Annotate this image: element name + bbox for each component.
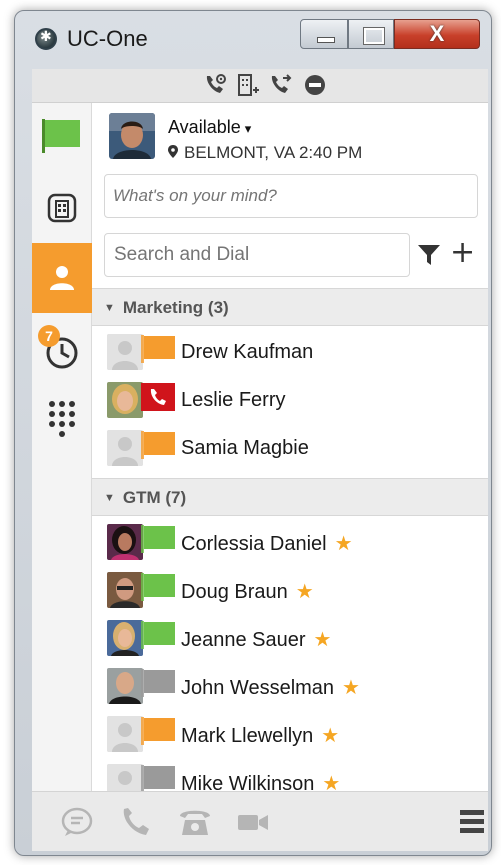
contact-avatar bbox=[107, 764, 143, 791]
status-flag-icon bbox=[42, 119, 80, 153]
do-not-disturb-icon[interactable] bbox=[302, 72, 328, 98]
close-icon: X bbox=[429, 21, 445, 46]
contact-name: Mark Llewellyn bbox=[181, 725, 314, 747]
call-settings-icon[interactable] bbox=[202, 72, 228, 98]
contact-row[interactable]: John Wesselman ★ bbox=[92, 663, 488, 711]
close-button[interactable]: X bbox=[394, 19, 480, 49]
nav-directory[interactable] bbox=[32, 173, 92, 243]
contact-name: Samia Magbie bbox=[181, 437, 309, 459]
chevron-down-icon: ▾ bbox=[244, 121, 252, 136]
call-forward-icon[interactable] bbox=[268, 72, 294, 98]
minimize-button[interactable] bbox=[300, 19, 348, 49]
desk-phone-icon[interactable] bbox=[178, 807, 212, 837]
favorite-star-icon[interactable]: ★ bbox=[335, 531, 353, 555]
presence-flag-icon bbox=[141, 335, 175, 363]
nav-history[interactable]: 7 bbox=[32, 313, 92, 383]
contact-avatar bbox=[107, 524, 143, 560]
contact-avatar bbox=[107, 334, 143, 370]
presence-flag-icon bbox=[141, 383, 175, 411]
directory-add-icon[interactable] bbox=[235, 72, 261, 98]
presence-flag-icon bbox=[141, 431, 175, 459]
favorite-star-icon[interactable]: ★ bbox=[322, 771, 340, 791]
collapse-triangle-icon: ▼ bbox=[104, 492, 115, 504]
menu-icon[interactable] bbox=[457, 807, 491, 837]
presence-flag-icon bbox=[141, 717, 175, 745]
contact-avatar bbox=[107, 430, 143, 466]
contact-avatar bbox=[107, 572, 143, 608]
favorite-star-icon[interactable]: ★ bbox=[321, 723, 339, 747]
contact-name: Doug Braun bbox=[181, 581, 288, 603]
building-icon bbox=[47, 193, 77, 223]
contact-row[interactable]: Corlessia Daniel ★ bbox=[92, 519, 488, 567]
dialpad-icon bbox=[49, 401, 75, 437]
contact-name: Mike Wilkinson bbox=[181, 773, 315, 791]
status-message-input[interactable] bbox=[104, 174, 478, 218]
contact-avatar bbox=[107, 668, 143, 704]
contacts-panel: Available▾ BELMONT, VA 2:40 PM + ▼ Market… bbox=[92, 103, 488, 791]
nav-dialpad[interactable] bbox=[32, 383, 92, 453]
presence-selector[interactable]: Available ▾ bbox=[168, 117, 251, 138]
my-avatar[interactable] bbox=[109, 113, 155, 159]
contact-row[interactable]: Drew Kaufman bbox=[92, 329, 488, 377]
app-window: UC-One X bbox=[14, 10, 492, 856]
location-pin-icon bbox=[168, 145, 178, 158]
contact-avatar bbox=[107, 382, 143, 418]
location-label: BELMONT, VA 2:40 PM bbox=[184, 143, 363, 162]
contacts-icon bbox=[50, 266, 74, 290]
presence-flag-icon bbox=[141, 573, 175, 601]
main-content: 7 Available ▾ BELMONT, VA 2:40 PM What's… bbox=[32, 103, 488, 791]
presence-flag-icon bbox=[141, 621, 175, 649]
filter-icon[interactable] bbox=[417, 243, 441, 267]
nav-status[interactable] bbox=[32, 103, 92, 173]
maximize-button[interactable] bbox=[348, 19, 394, 49]
window-title: UC-One bbox=[67, 26, 148, 51]
favorite-star-icon[interactable]: ★ bbox=[342, 675, 360, 699]
phone-icon[interactable] bbox=[118, 807, 152, 837]
contact-name: Drew Kaufman bbox=[181, 341, 314, 363]
contact-row[interactable]: Mark Llewellyn ★ bbox=[92, 711, 488, 759]
contact-name: Corlessia Daniel bbox=[181, 533, 327, 555]
contact-row[interactable]: Samia Magbie bbox=[92, 425, 488, 473]
presence-flag-icon bbox=[141, 525, 175, 553]
contact-row[interactable]: Mike Wilkinson ★ bbox=[92, 759, 488, 791]
bottom-toolbar bbox=[32, 791, 488, 851]
nav-contacts[interactable] bbox=[32, 243, 92, 313]
contact-name: Leslie Ferry bbox=[181, 389, 286, 411]
app-logo-icon bbox=[35, 28, 57, 50]
chat-icon[interactable] bbox=[60, 807, 94, 837]
history-badge: 7 bbox=[38, 325, 60, 347]
presence-flag-icon bbox=[141, 669, 175, 697]
contact-row[interactable]: Jeanne Sauer ★ bbox=[92, 615, 488, 663]
collapse-triangle-icon: ▼ bbox=[104, 302, 115, 314]
presence-label: Available bbox=[168, 117, 241, 137]
contact-row[interactable]: Leslie Ferry bbox=[92, 377, 488, 425]
group-title: GTM (7) bbox=[122, 488, 187, 507]
contact-name: John Wesselman bbox=[181, 677, 335, 699]
add-contact-button[interactable]: + bbox=[450, 235, 478, 271]
action-toolbar bbox=[32, 69, 488, 103]
favorite-star-icon[interactable]: ★ bbox=[296, 579, 314, 603]
left-nav: 7 bbox=[32, 103, 92, 791]
video-icon[interactable] bbox=[236, 807, 270, 837]
group-header[interactable]: ▼ GTM (7) bbox=[92, 478, 488, 516]
search-input[interactable] bbox=[104, 233, 410, 277]
location-time: BELMONT, VA 2:40 PM bbox=[168, 143, 362, 163]
favorite-star-icon[interactable]: ★ bbox=[314, 627, 332, 651]
contact-row[interactable]: Doug Braun ★ bbox=[92, 567, 488, 615]
group-title: Marketing (3) bbox=[122, 298, 229, 317]
title-bar[interactable]: UC-One X bbox=[15, 11, 491, 69]
contact-avatar bbox=[107, 620, 143, 656]
contact-avatar bbox=[107, 716, 143, 752]
group-header[interactable]: ▼ Marketing (3) bbox=[92, 288, 488, 326]
contact-name: Jeanne Sauer bbox=[181, 629, 306, 651]
presence-flag-icon bbox=[141, 765, 175, 791]
